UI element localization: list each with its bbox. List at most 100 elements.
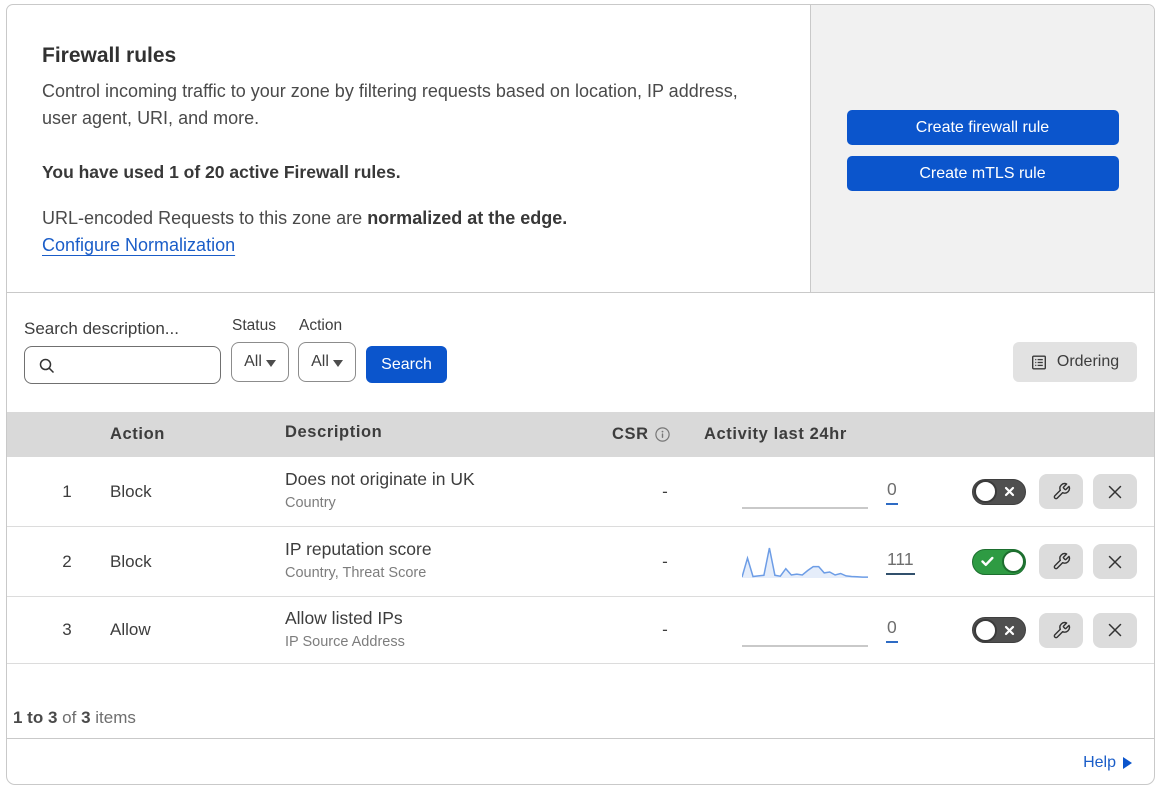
header-activity: Activity last 24hr bbox=[704, 425, 847, 443]
help-row: Help bbox=[7, 739, 1154, 784]
rule-number: 3 bbox=[62, 620, 72, 639]
action-dropdown[interactable]: All bbox=[298, 342, 356, 382]
rule-activity-cell: 0 bbox=[704, 610, 940, 650]
page-title: Firewall rules bbox=[42, 44, 177, 67]
activity-count-link[interactable]: 0 bbox=[886, 479, 898, 505]
x-icon bbox=[1004, 480, 1015, 504]
info-icon[interactable] bbox=[654, 427, 670, 442]
toggle-knob bbox=[973, 618, 997, 642]
activity-sparkline bbox=[742, 645, 868, 647]
close-icon bbox=[1108, 485, 1122, 498]
check-icon bbox=[981, 550, 994, 574]
x-icon bbox=[1004, 618, 1015, 642]
table-body: 1 Block Does not originate in UK Country… bbox=[7, 457, 1154, 664]
header-action: Action bbox=[110, 425, 165, 443]
wrench-icon bbox=[1053, 552, 1070, 570]
rule-fields: IP Source Address bbox=[285, 633, 405, 650]
ordering-button[interactable]: Ordering bbox=[1013, 342, 1137, 382]
help-arrow-icon bbox=[1123, 757, 1132, 769]
chevron-down-icon bbox=[332, 360, 343, 367]
activity-count-link[interactable]: 111 bbox=[886, 549, 915, 575]
toggle-knob bbox=[1001, 550, 1025, 573]
rule-description-cell: IP reputation score Country, Threat Scor… bbox=[285, 536, 604, 583]
table-row: 2 Block IP reputation score Country, Thr… bbox=[7, 527, 1154, 597]
rule-number: 1 bbox=[62, 481, 72, 501]
create-firewall-rule-button[interactable]: Create firewall rule bbox=[846, 110, 1119, 145]
rule-action: Block bbox=[110, 481, 152, 501]
header-csr: CSR bbox=[604, 425, 704, 444]
activity-sparkline bbox=[742, 547, 868, 578]
rule-enabled-toggle[interactable] bbox=[972, 617, 1026, 643]
wrench-icon bbox=[1053, 482, 1070, 500]
rule-description: Does not originate in UK bbox=[285, 469, 475, 489]
edit-rule-button[interactable] bbox=[1039, 544, 1083, 579]
table-header: Action Description CSR Activity last 24h… bbox=[7, 412, 1154, 457]
close-icon bbox=[1108, 623, 1122, 637]
rule-number: 2 bbox=[62, 551, 72, 571]
rule-description-cell: Allow listed IPs IP Source Address bbox=[285, 605, 604, 652]
rule-csr: - bbox=[662, 551, 668, 571]
normalization-note: URL-encoded Requests to this zone are no… bbox=[42, 208, 770, 229]
search-label: Search description... bbox=[24, 319, 179, 338]
action-dropdown-value: All bbox=[311, 353, 329, 370]
rule-controls bbox=[940, 474, 1154, 509]
rule-controls bbox=[940, 612, 1154, 648]
ordering-button-label: Ordering bbox=[1056, 353, 1120, 370]
usage-summary: You have used 1 of 20 active Firewall ru… bbox=[42, 162, 401, 182]
rule-enabled-toggle[interactable] bbox=[972, 548, 1026, 575]
rule-fields: Country bbox=[285, 495, 336, 511]
action-label: Action bbox=[299, 317, 343, 334]
status-dropdown[interactable]: All bbox=[231, 342, 289, 382]
edit-rule-button[interactable] bbox=[1039, 612, 1083, 648]
rule-description: Allow listed IPs bbox=[285, 607, 403, 628]
wrench-icon bbox=[1053, 621, 1070, 638]
search-input[interactable] bbox=[61, 350, 216, 380]
items-word: items bbox=[95, 708, 136, 727]
rule-fields: Country, Threat Score bbox=[285, 565, 427, 581]
table-footer: 1 to 3 of 3 items bbox=[7, 664, 1154, 739]
rule-action: Block bbox=[110, 551, 152, 571]
rule-action: Allow bbox=[110, 620, 151, 639]
page-description: Control incoming traffic to your zone by… bbox=[42, 81, 738, 128]
delete-rule-button[interactable] bbox=[1093, 474, 1137, 509]
close-icon bbox=[1108, 555, 1122, 568]
rule-csr: - bbox=[662, 481, 668, 501]
normalization-note-text: URL-encoded Requests to this zone are bbox=[42, 208, 368, 228]
search-icon bbox=[39, 358, 55, 374]
chevron-down-icon bbox=[265, 360, 276, 367]
items-count: 1 to 3 of 3 items bbox=[13, 708, 136, 728]
create-mtls-rule-button[interactable]: Create mTLS rule bbox=[846, 156, 1119, 191]
activity-count-link[interactable]: 0 bbox=[886, 617, 898, 643]
search-box bbox=[24, 346, 221, 384]
help-link[interactable]: Help bbox=[1083, 754, 1132, 772]
ordered-list-icon bbox=[1031, 355, 1046, 370]
header-description: Description bbox=[285, 423, 383, 441]
status-dropdown-value: All bbox=[244, 353, 262, 370]
table-row: 1 Block Does not originate in UK Country… bbox=[7, 457, 1154, 527]
filter-bar: Search description... Status All Action … bbox=[7, 293, 1154, 412]
rule-activity-cell: 111 bbox=[704, 542, 940, 582]
rule-description: IP reputation score bbox=[285, 539, 432, 559]
cta-panel: Create firewall rule Create mTLS rule bbox=[810, 5, 1154, 292]
rule-description-cell: Does not originate in UK Country bbox=[285, 466, 604, 513]
delete-rule-button[interactable] bbox=[1093, 544, 1137, 579]
rule-activity-cell: 0 bbox=[704, 472, 940, 512]
configure-normalization-link[interactable]: Configure Normalization bbox=[42, 235, 235, 256]
activity-sparkline bbox=[742, 506, 868, 509]
items-total: 3 bbox=[81, 708, 91, 727]
edit-rule-button[interactable] bbox=[1039, 474, 1083, 509]
rule-enabled-toggle[interactable] bbox=[972, 478, 1026, 505]
delete-rule-button[interactable] bbox=[1093, 612, 1137, 648]
top-section: Firewall rules Control incoming traffic … bbox=[7, 5, 1154, 293]
intro-panel: Firewall rules Control incoming traffic … bbox=[7, 5, 810, 292]
toggle-knob bbox=[973, 480, 997, 503]
items-of: of bbox=[62, 708, 77, 727]
header-csr-label: CSR bbox=[612, 425, 649, 443]
normalization-note-bold: normalized at the edge. bbox=[367, 208, 568, 228]
firewall-rules-card: Firewall rules Control incoming traffic … bbox=[6, 4, 1155, 785]
rule-csr: - bbox=[662, 620, 668, 639]
search-button[interactable]: Search bbox=[366, 346, 447, 383]
table-row: 3 Allow Allow listed IPs IP Source Addre… bbox=[7, 597, 1154, 664]
help-link-label: Help bbox=[1083, 754, 1116, 771]
rule-controls bbox=[940, 544, 1154, 579]
